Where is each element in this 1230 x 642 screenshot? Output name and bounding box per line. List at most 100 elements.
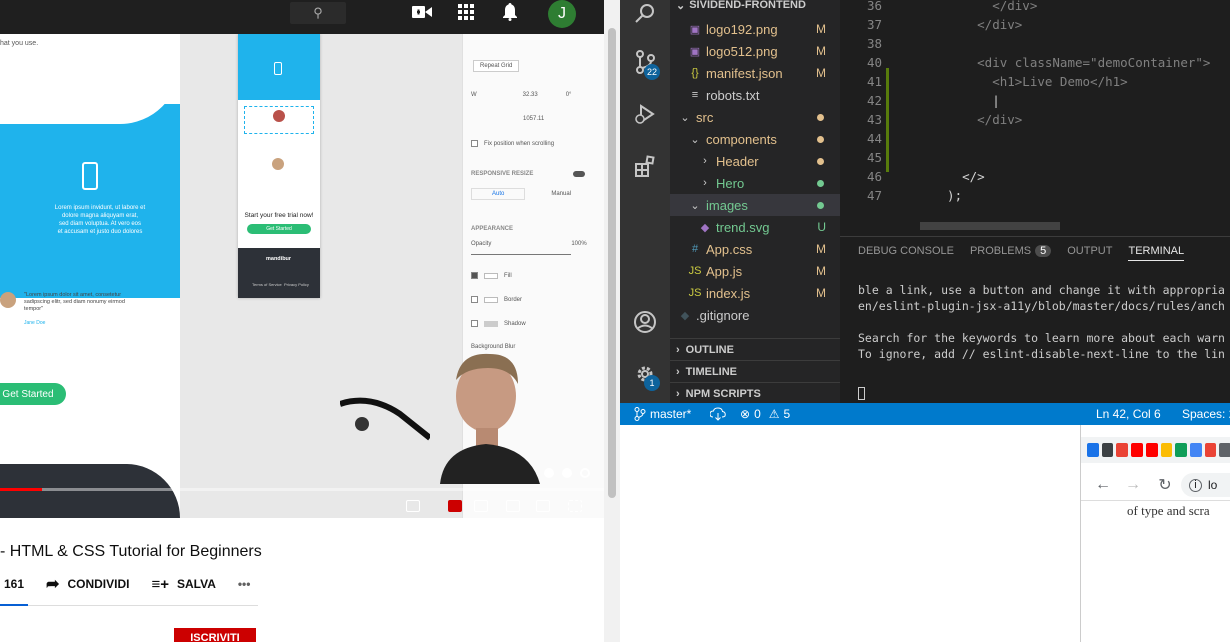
fullscreen-icon[interactable] [568,500,582,512]
bookmark-icon[interactable] [1204,443,1217,457]
video-progress-bar[interactable] [0,488,604,491]
indentation-indicator[interactable]: Spaces: 2 [1182,407,1230,421]
code-line: | [932,93,1000,108]
panel-tab[interactable]: TERMINAL [1128,245,1185,261]
line-number: 38 [866,36,882,51]
search-button[interactable]: ⚲ [290,2,346,24]
extensions-icon[interactable] [631,152,659,180]
notifications-bell-icon[interactable] [498,0,522,24]
subtitles-icon[interactable] [448,500,462,512]
account-icon[interactable] [631,308,659,336]
page-scrollbar[interactable] [604,0,620,642]
avatar[interactable]: J [548,0,576,28]
bookmark-icon[interactable] [1175,443,1187,457]
warning-icon: ⚠ [768,407,780,421]
mobile-hero [238,34,320,100]
like-count-button[interactable]: 161 [4,577,24,591]
json-icon: {} [691,67,699,79]
vscode-window: 22 1 ⌄ SIVIDEND-FRONTEND ▣ logo192.png M ▣ l… [620,0,1230,425]
terminal-panel[interactable]: DEBUG CONSOLE PROBLEMS 5 OUTPUT TERMINAL ble… [840,236,1230,403]
scrollbar-thumb[interactable] [608,28,616,498]
code-editor[interactable]: 36 </div> 37 </div> 38 40 <div className="d… [840,0,1230,236]
outline-panel-header[interactable]: › OUTLINE [670,338,840,360]
file-tree-item[interactable]: # App.css M [670,238,840,260]
bookmark-icon[interactable] [1131,443,1143,457]
modified-dot [817,135,824,143]
timeline-panel-header[interactable]: › TIMELINE [670,360,840,382]
reload-icon[interactable]: ↻ [1155,475,1175,495]
address-bar[interactable]: i lo [1181,473,1230,497]
file-tree-item[interactable]: ⌄ components [670,128,840,150]
horizontal-scrollbar[interactable] [920,222,1060,230]
video-player[interactable]: hat you use. Lorem ipsum invidunt, ut la… [0,34,604,518]
chevron-right-icon: › [676,387,680,400]
microphone-arm [340,397,430,441]
chevron-down-icon: ⌄ [676,0,686,12]
file-tree-item[interactable]: ▣ logo512.png M [670,40,840,62]
file-tree-item[interactable]: ⌄ images [670,194,840,216]
file-tree-item[interactable]: {} manifest.json M [670,62,840,84]
subscribe-button[interactable]: ISCRIVITI [174,628,256,642]
file-tree-item[interactable]: › Header [670,150,840,172]
bookmark-icon[interactable] [1116,443,1129,457]
line-number: 44 [866,131,882,146]
branch-indicator[interactable]: master* [634,407,691,421]
share-button[interactable]: ➦ CONDIVIDI [46,574,129,594]
fix-position-label: Fix position when scrolling [484,140,555,147]
sync-icon[interactable] [710,407,726,421]
bookmark-icon[interactable] [1219,443,1230,457]
create-video-icon[interactable] [410,0,434,24]
settings-badge: 1 [644,375,660,391]
bookmark-icon[interactable] [1101,443,1114,457]
back-arrow-icon[interactable]: ← [1093,475,1113,495]
bookmark-icon[interactable] [1145,443,1158,457]
file-tree-label: Hero [716,175,745,191]
theater-mode-icon[interactable] [536,500,550,512]
file-tree-item[interactable]: ◆ trend.svg U [670,216,840,238]
more-icon: ••• [237,577,251,591]
panel-tab[interactable]: PROBLEMS 5 [970,245,1052,261]
text-icon: ≡ [691,89,699,101]
footer-link: Terms of Service [252,282,282,287]
bookmark-icon[interactable] [1160,443,1173,457]
panel-tab[interactable]: OUTPUT [1067,245,1112,261]
chevron-right-icon: › [676,365,680,378]
like-ratio-bar [0,604,28,606]
search-icon: ⚲ [313,5,323,20]
run-debug-icon[interactable] [631,100,659,128]
cursor-position[interactable]: Ln 42, Col 6 [1096,407,1161,421]
timeline-label: TIMELINE [685,365,738,378]
chevron-right-icon: › [676,343,680,356]
file-tree-item[interactable]: ⌄ src [670,106,840,128]
miniplayer-icon[interactable] [506,500,520,512]
bookmark-icon[interactable] [1087,443,1099,457]
file-tree-item[interactable]: ≡ robots.txt [670,84,840,106]
apps-grid-icon[interactable] [454,0,478,24]
outline-label: OUTLINE [685,343,734,356]
explorer-root[interactable]: ⌄ SIVIDEND-FRONTEND [670,0,840,16]
hero-line: dolore magna aliquyam erat, [61,213,139,219]
file-tree-item[interactable]: ◆ .gitignore [670,304,840,326]
design-page-preview: hat you use. Lorem ipsum invidunt, ut la… [0,34,180,518]
file-tree-item[interactable]: JS App.js M [670,260,840,282]
page-intro-text: hat you use. [0,40,39,47]
file-tree-item[interactable]: JS index.js M [670,282,840,304]
autoplay-icon[interactable] [406,500,420,512]
npm-scripts-panel-header[interactable]: › NPM SCRIPTS [670,382,840,404]
code-line: <h1>Live Demo</h1> [932,74,1128,89]
problems-indicator[interactable]: ⊗ 0 ⚠ 5 [740,407,790,421]
rotation-value: 0° [565,92,572,98]
file-tree-label: src [696,109,714,125]
terminal-line: en/eslint-plugin-jsx-a11y/blob/master/do… [858,299,1225,313]
forward-arrow-icon[interactable]: → [1123,475,1143,495]
save-button[interactable]: ≡+ SALVA [151,576,215,593]
line-number: 45 [866,150,882,165]
settings-icon[interactable] [474,500,488,512]
bookmark-icon[interactable] [1189,443,1202,457]
panel-tab[interactable]: DEBUG CONSOLE [858,245,954,261]
file-tree-item[interactable]: ▣ logo192.png M [670,18,840,40]
repeat-grid-label: Repeat Grid [480,63,513,69]
search-icon[interactable] [631,0,659,28]
file-tree-item[interactable]: › Hero [670,172,840,194]
more-actions-button[interactable]: ••• [238,577,251,591]
